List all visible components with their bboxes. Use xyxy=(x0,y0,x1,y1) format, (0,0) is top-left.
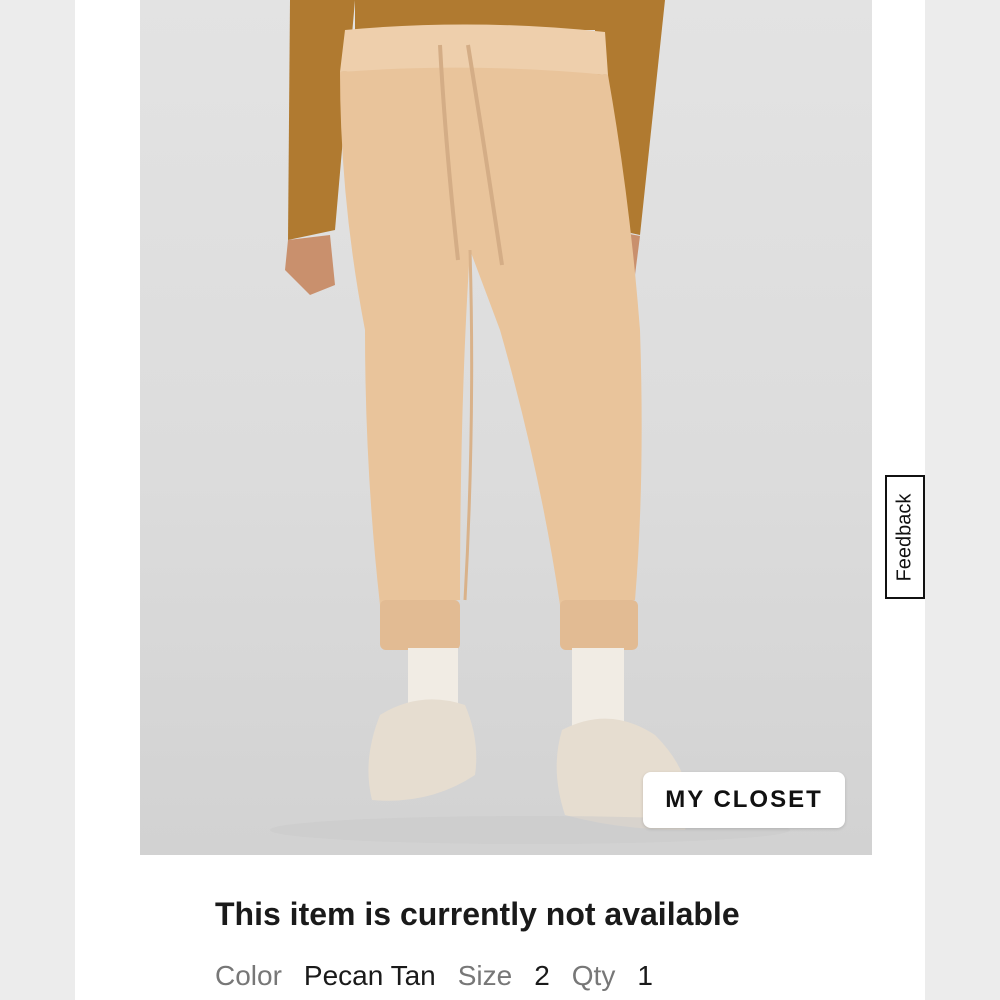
size-label: Size xyxy=(457,960,513,991)
color-value: Pecan Tan xyxy=(303,960,436,991)
left-margin xyxy=(0,0,75,1000)
my-closet-button[interactable]: MY CLOSET xyxy=(643,772,845,828)
qty-label: Qty xyxy=(571,960,616,991)
pants-body xyxy=(340,67,642,606)
right-margin xyxy=(925,0,1000,1000)
product-card: MY CLOSET This item is currently not ava… xyxy=(75,0,925,1000)
feedback-tab[interactable]: Feedback xyxy=(885,475,925,599)
waistband xyxy=(340,24,608,75)
availability-status: This item is currently not available xyxy=(215,896,740,932)
jogger-illustration xyxy=(270,0,790,844)
left-cuff xyxy=(380,600,460,650)
item-details: Color Pecan Tan Size 2 Qty 1 xyxy=(215,960,675,992)
left-hand xyxy=(285,235,335,295)
right-cuff xyxy=(560,600,638,650)
qty-value: 1 xyxy=(637,960,653,991)
feedback-label: Feedback xyxy=(893,493,916,581)
color-label: Color xyxy=(215,960,282,991)
product-image[interactable]: MY CLOSET xyxy=(140,0,872,855)
left-shoe xyxy=(368,699,477,801)
size-value: 2 xyxy=(534,960,550,991)
